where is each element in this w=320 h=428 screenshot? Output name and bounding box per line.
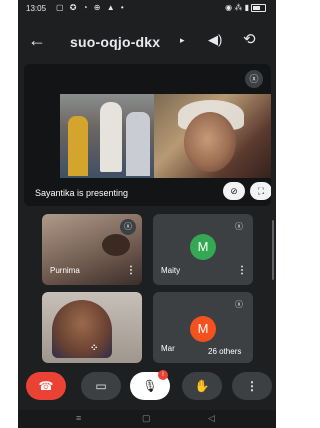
mic-off-icon: ⓧ xyxy=(120,219,136,235)
participant-name: Mar xyxy=(161,344,175,353)
mic-off-icon: ⓧ xyxy=(245,70,263,88)
avatar: M xyxy=(190,316,216,342)
expand-icon[interactable]: ⁘ xyxy=(90,343,98,354)
participant-name: Purnima xyxy=(50,266,80,275)
back-icon[interactable]: ◁ xyxy=(208,413,215,424)
meeting-code[interactable]: suo-oqjo-dkx xyxy=(70,34,160,50)
presentation-tile[interactable]: ⓧ Sayantika is presenting ⊘ ⛶ xyxy=(24,64,271,206)
more-options-icon[interactable]: ⋮ xyxy=(237,265,247,276)
home-icon[interactable]: ▢ xyxy=(142,413,151,424)
meet-screen: 13:05 ▢ ✪ ◔ ⊕ ▲ • ◉ ⁂ ▮ ← suo-oqjo-dkx ▸… xyxy=(18,0,276,428)
more-options-icon[interactable]: ⋮ xyxy=(126,265,136,276)
recents-icon[interactable]: ≡ xyxy=(76,413,81,423)
participant-video xyxy=(102,234,130,256)
presentation-portrait xyxy=(154,94,271,178)
presentation-image xyxy=(60,94,271,178)
status-right-icons: ◉ ⁂ ▮ xyxy=(225,3,266,12)
end-call-button[interactable]: ☎ xyxy=(26,372,66,400)
raise-hand-button[interactable]: ✋ xyxy=(182,372,222,400)
call-controls: ☎ ▭ 🎙 ! ✋ ⋮ xyxy=(18,370,276,404)
fullscreen-button[interactable]: ⛶ xyxy=(250,182,271,200)
switch-camera-icon[interactable]: ⟲ xyxy=(243,30,256,48)
photo-figure xyxy=(68,116,88,176)
photo-figure xyxy=(100,102,122,172)
status-time: 13:05 xyxy=(26,4,47,13)
android-nav-bar: ≡ ▢ ◁ xyxy=(18,410,276,428)
status-bar: 13:05 ▢ ✪ ◔ ⊕ ▲ • ◉ ⁂ ▮ xyxy=(18,0,276,18)
meeting-header: ← suo-oqjo-dkx ▸ ◀) ⟲ xyxy=(18,26,276,58)
photo-figure xyxy=(126,112,150,176)
mic-warning-badge: ! xyxy=(158,370,168,380)
others-count-badge[interactable]: 26 others xyxy=(202,344,248,359)
participant-tile-maity[interactable]: ⓧ M Maity ⋮ xyxy=(153,214,253,285)
participant-tile-video[interactable]: ⁘ xyxy=(42,292,142,363)
scrollbar[interactable] xyxy=(272,220,274,280)
unpin-button[interactable]: ⊘ xyxy=(223,182,245,200)
participant-video xyxy=(52,300,112,358)
mic-off-icon: ⓧ xyxy=(231,297,247,313)
participant-name: Maity xyxy=(161,266,181,275)
camera-toggle-button[interactable]: ▭ xyxy=(81,372,121,400)
presenter-label: Sayantika is presenting xyxy=(35,188,129,198)
signal-icon: ◉ ⁂ ▮ xyxy=(225,3,249,12)
portrait-face xyxy=(184,112,236,172)
mic-off-icon: ⓧ xyxy=(231,219,247,235)
back-arrow-icon[interactable]: ← xyxy=(28,30,46,50)
avatar: M xyxy=(190,234,216,260)
status-notification-icons: ▢ ✪ ◔ ⊕ ▲ • xyxy=(56,3,126,12)
speaker-icon[interactable]: ◀) xyxy=(208,32,222,48)
battery-icon xyxy=(251,3,266,12)
participant-tile-purnima[interactable]: ⓧ Purnima ⋮ xyxy=(42,214,142,285)
presentation-photo-left xyxy=(60,94,154,178)
more-options-button[interactable]: ⋮ xyxy=(232,372,272,400)
chevron-right-icon[interactable]: ▸ xyxy=(180,35,185,46)
